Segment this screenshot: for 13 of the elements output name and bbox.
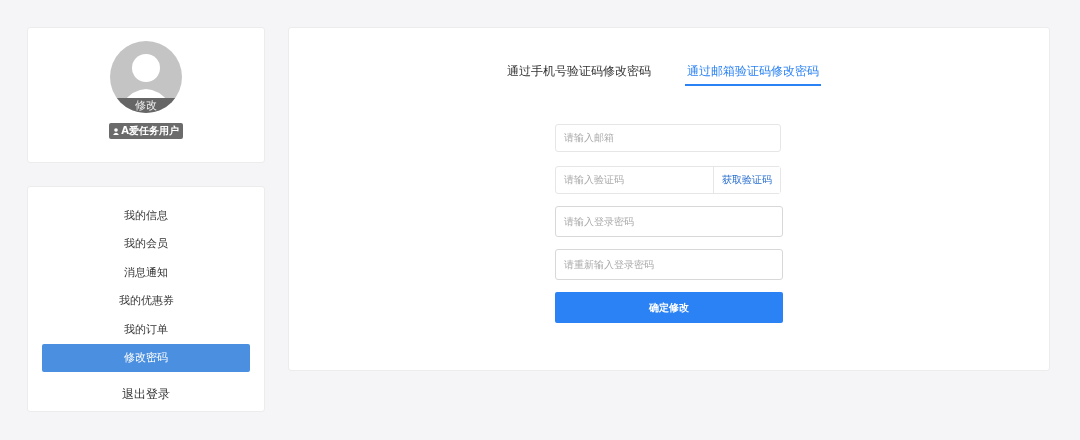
tab[interactable]: 通过邮箱验证码修改密码: [685, 63, 821, 86]
menu-item[interactable]: 修改密码: [42, 343, 250, 372]
menu-item[interactable]: 消息通知: [42, 258, 250, 287]
user-badge: A爱任务用户: [109, 123, 183, 139]
menu-item[interactable]: 我的订单: [42, 315, 250, 344]
confirm-button[interactable]: 确定修改: [555, 292, 783, 323]
menu-item[interactable]: 我的优惠券: [42, 286, 250, 315]
menu-item[interactable]: 我的会员: [42, 229, 250, 258]
tab[interactable]: 通过手机号验证码修改密码: [505, 63, 653, 86]
avatar[interactable]: 修改: [110, 41, 182, 113]
user-icon: [113, 127, 120, 135]
logout-link[interactable]: 退出登录: [42, 372, 250, 416]
menu-item[interactable]: 我的信息: [42, 201, 250, 230]
